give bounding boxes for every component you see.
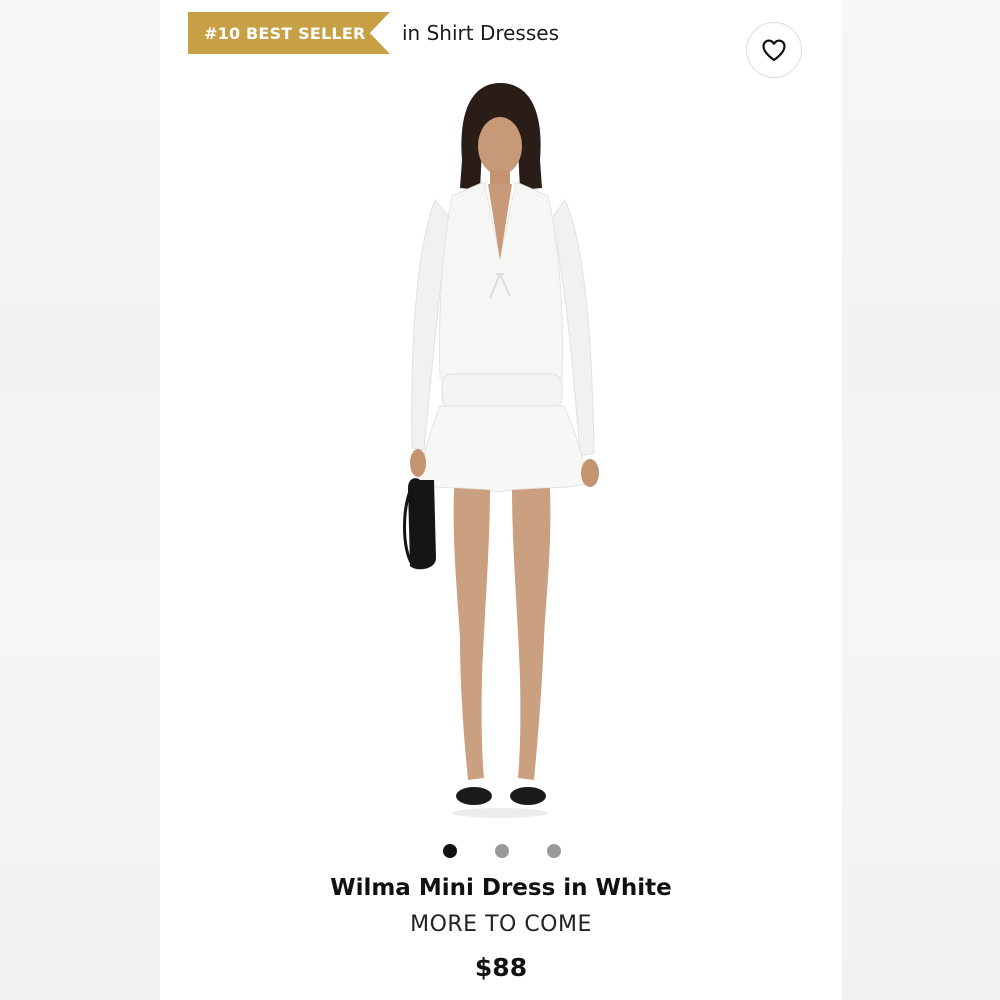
carousel-dot-3[interactable] [547,844,561,858]
model-left-hand [410,449,426,477]
product-price: $88 [474,953,528,982]
dress-waistband [441,373,563,409]
best-seller-row: #10 BEST SELLER in Shirt Dresses [188,12,559,54]
best-seller-badge: #10 BEST SELLER [188,12,390,54]
product-title[interactable]: Wilma Mini Dress in White [160,875,842,901]
blurred-background-right [842,0,1000,1000]
blurred-background-left [0,0,160,1000]
heart-outline-icon [762,39,786,62]
right-sandal [510,787,546,805]
best-seller-category[interactable]: in Shirt Dresses [402,21,559,45]
model-face [478,117,522,175]
left-sandal [456,787,492,805]
model-right-leg [512,488,551,780]
model-left-leg [453,488,490,780]
product-card: #10 BEST SELLER in Shirt Dresses Wilma M… [160,0,842,1000]
image-carousel-indicators [160,844,842,858]
dress-skirt [417,405,587,493]
best-seller-label: #10 BEST SELLER [204,23,366,43]
model-black-bag [408,478,436,570]
screenshot-frame: #10 BEST SELLER in Shirt Dresses Wilma M… [0,0,1000,1000]
wishlist-button[interactable] [746,22,802,78]
product-image[interactable] [350,78,650,828]
model-right-hand [581,459,599,487]
carousel-dot-2[interactable] [495,844,509,858]
product-brand[interactable]: MORE TO COME [160,912,842,937]
carousel-dot-1[interactable] [443,844,457,858]
floor-shadow [452,808,548,818]
